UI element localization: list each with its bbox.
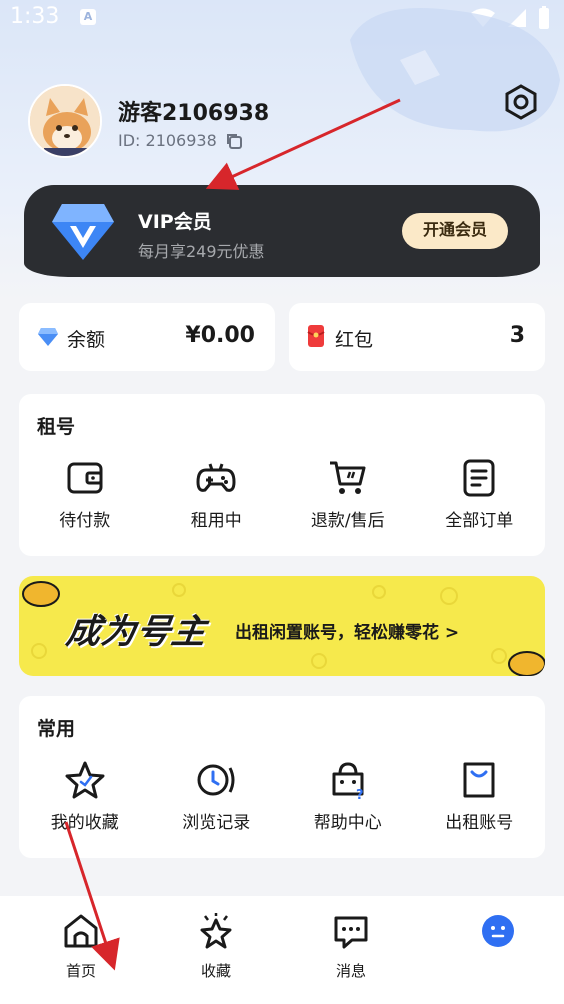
pending-payment-item[interactable]: 待付款 (19, 458, 151, 531)
common-section-title: 常用 (37, 718, 76, 740)
vip-title: VIP会员 (138, 211, 212, 233)
history-item[interactable]: 浏览记录 (151, 760, 283, 833)
username: 游客2106938 (118, 101, 270, 126)
bag-icon (463, 762, 495, 798)
nav-messages[interactable]: 消息 (270, 896, 432, 1004)
status-time: 1:33 (10, 4, 60, 29)
nav-favorites[interactable]: 收藏 (162, 896, 270, 1004)
become-owner-banner[interactable]: 成为号主 出租闲置账号，轻松赚零花 > (19, 576, 545, 676)
gamepad-icon (196, 463, 236, 492)
history-icon (197, 764, 235, 796)
red-packet-card[interactable]: 红包 3 (289, 303, 545, 371)
user-id: ID: 2106938 (118, 131, 217, 150)
star-outline-icon (200, 913, 232, 949)
red-packet-count: 3 (509, 323, 525, 348)
all-orders-item[interactable]: 全部订单 (414, 458, 546, 531)
svg-text:?: ? (356, 788, 364, 800)
rental-section: 租号 待付款 租用中 退款/售后 全部订单 (19, 394, 545, 556)
diamond-icon (38, 328, 58, 346)
help-center-item[interactable]: ? 帮助中心 (282, 760, 414, 833)
cart-icon (329, 461, 366, 494)
balance-card[interactable]: 余额 ¥0.00 (19, 303, 275, 371)
help-center-icon: ? (332, 762, 364, 800)
nav-profile[interactable] (432, 896, 564, 1004)
avatar[interactable] (28, 84, 102, 158)
red-packet-icon (307, 325, 325, 347)
nav-home[interactable]: 首页 (0, 896, 162, 1004)
nav-home-label: 首页 (65, 962, 96, 980)
balance-value: ¥0.00 (185, 323, 255, 348)
profile-face-icon (482, 915, 514, 947)
rental-grid: 待付款 租用中 退款/售后 全部订单 (19, 458, 545, 531)
home-icon (64, 914, 98, 948)
open-vip-button[interactable]: 开通会员 (402, 213, 508, 249)
refund-label: 退款/售后 (310, 511, 385, 531)
common-grid: 我的收藏 浏览记录 ? 帮助中心 出租账号 (19, 760, 545, 833)
banner-title: 成为号主 (63, 612, 210, 652)
copy-icon[interactable] (225, 132, 243, 150)
all-orders-label: 全部订单 (445, 511, 514, 531)
rent-out-account-item[interactable]: 出租账号 (414, 760, 546, 833)
balance-label: 余额 (67, 329, 106, 351)
renting-item[interactable]: 租用中 (151, 458, 283, 531)
vip-diamond-icon (52, 204, 114, 260)
notification-a-icon: A (80, 9, 96, 25)
refund-item[interactable]: 退款/售后 (282, 458, 414, 531)
common-section: 常用 我的收藏 浏览记录 ? 帮助中心 出租账号 (19, 696, 545, 858)
nav-messages-label: 消息 (335, 962, 366, 980)
history-label: 浏览记录 (182, 813, 251, 833)
rent-out-account-label: 出租账号 (445, 813, 514, 833)
nav-favorites-label: 收藏 (200, 962, 231, 980)
renting-label: 租用中 (190, 511, 242, 531)
help-center-label: 帮助中心 (313, 813, 382, 833)
my-favorites-item[interactable]: 我的收藏 (19, 760, 151, 833)
settings-gear-icon[interactable] (502, 83, 540, 121)
bottom-nav: 首页 收藏 消息 (0, 896, 564, 1004)
banner-subtitle: 出租闲置账号，轻松赚零花 > (235, 623, 460, 643)
pending-payment-label: 待付款 (59, 511, 111, 531)
message-icon (334, 916, 368, 949)
red-packet-label: 红包 (335, 329, 374, 351)
star-icon (65, 761, 105, 799)
rental-section-title: 租号 (37, 416, 76, 438)
my-favorites-label: 我的收藏 (50, 813, 119, 833)
shiba-avatar-icon (30, 86, 100, 156)
vip-subtitle: 每月享249元优惠 (138, 242, 265, 261)
userid-row: ID: 2106938 (118, 131, 243, 150)
order-list-icon (463, 459, 495, 497)
wallet-icon (67, 462, 103, 494)
